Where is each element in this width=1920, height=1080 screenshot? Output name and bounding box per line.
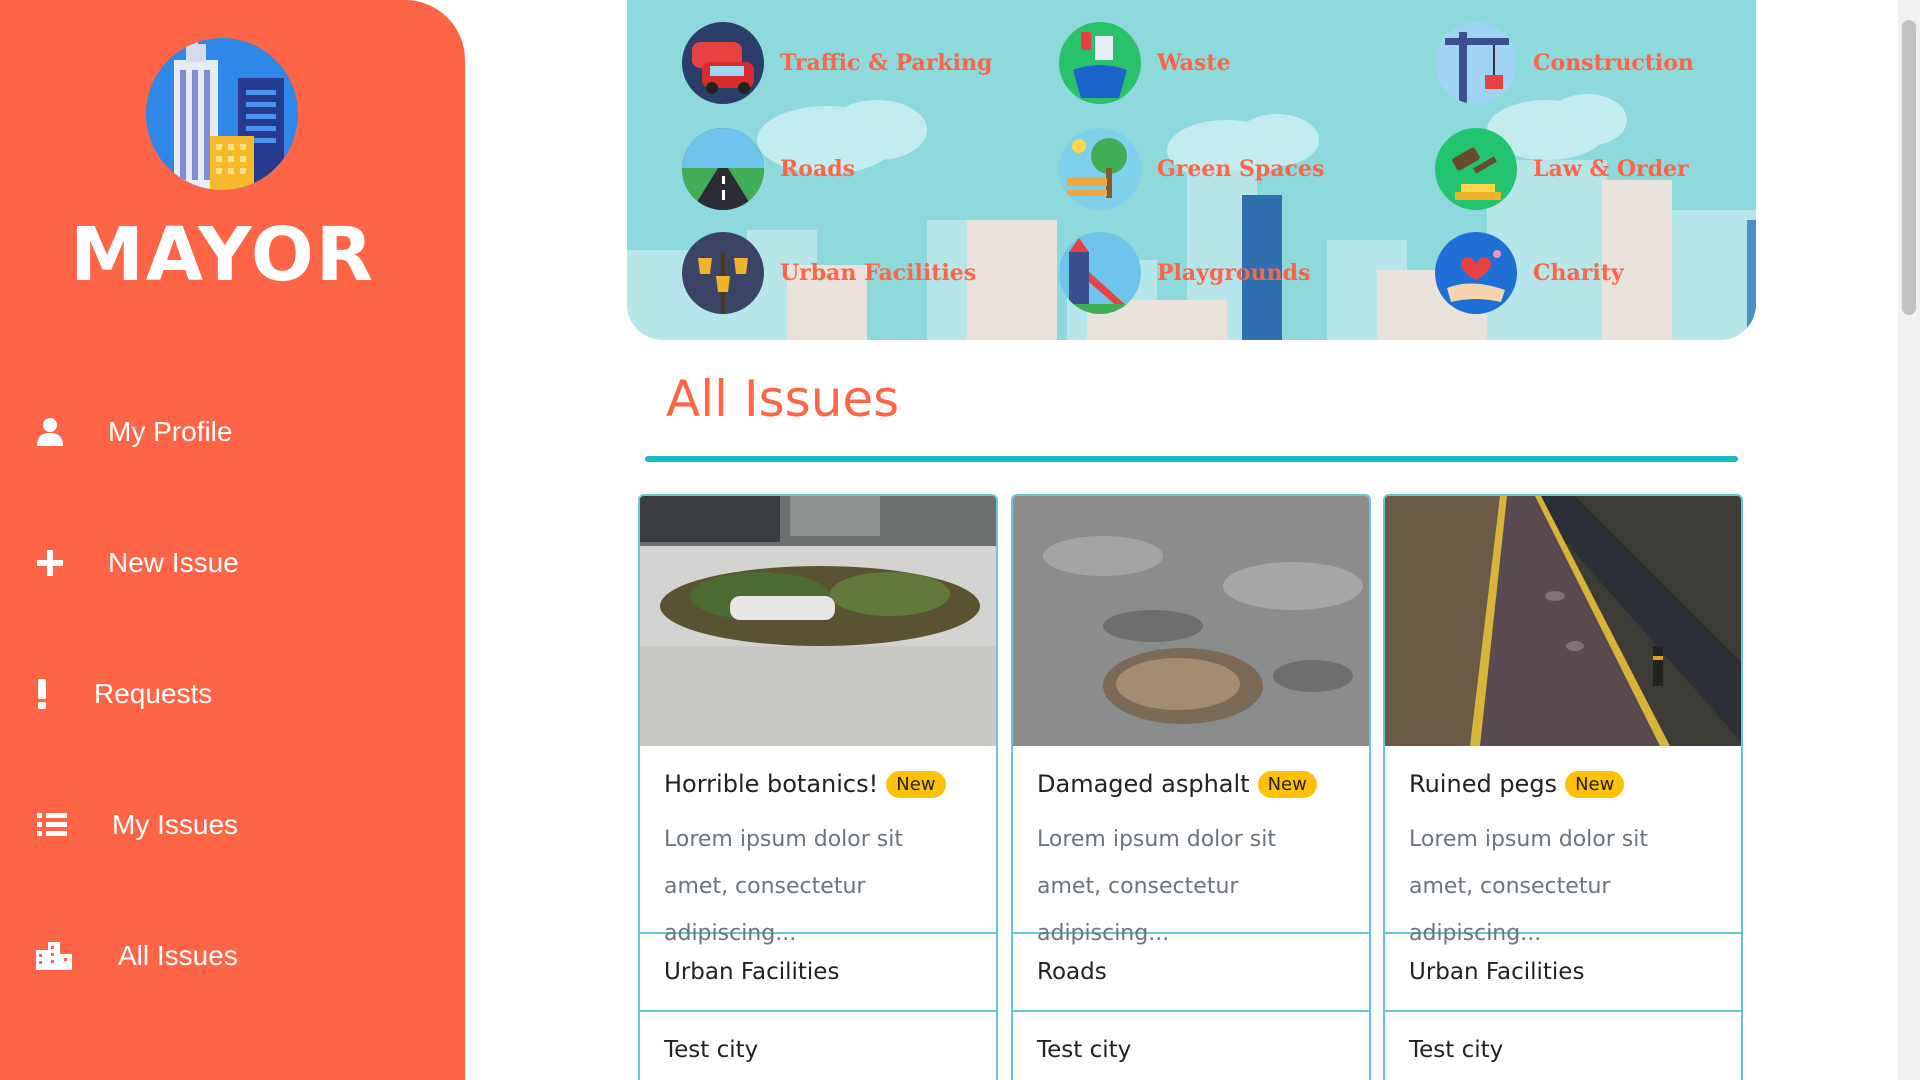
issue-city: Test city [1385, 1012, 1741, 1080]
sidebar: MAYOR My Profile New Issue Requests My I… [0, 0, 465, 1080]
gavel-icon [1435, 128, 1517, 210]
category-charity[interactable]: Charity [1435, 232, 1624, 314]
exclamation-icon [22, 674, 62, 714]
issue-card-2[interactable]: Damaged asphalt New Lorem ipsum dolor si… [1011, 494, 1371, 1080]
category-label: Playgrounds [1157, 260, 1311, 286]
category-playgrounds[interactable]: Playgrounds [1059, 232, 1310, 314]
plus-icon [30, 543, 70, 583]
category-label: Urban Facilities [780, 260, 977, 286]
page-title: All Issues [666, 370, 900, 428]
street-lamp-icon [682, 232, 764, 314]
status-badge: New [1257, 770, 1317, 798]
issue-title: Damaged asphalt [1037, 770, 1250, 798]
sidebar-item-new-issue[interactable]: New Issue [0, 523, 465, 603]
vertical-scrollbar[interactable] [1898, 0, 1920, 1080]
issue-city: Test city [1013, 1012, 1369, 1080]
city-icon [34, 936, 74, 976]
list-icon [32, 805, 72, 845]
slide-icon [1059, 232, 1141, 314]
sidebar-item-label: All Issues [118, 940, 238, 971]
title-divider [645, 456, 1738, 462]
issue-photo [1385, 496, 1741, 746]
category-green-spaces[interactable]: Green Spaces [1059, 128, 1324, 210]
cars-icon [682, 22, 764, 104]
sidebar-item-label: Requests [94, 678, 213, 709]
status-badge: New [1565, 770, 1625, 798]
sidebar-item-label: My Issues [112, 809, 239, 840]
sidebar-item-all-issues[interactable]: All Issues [0, 916, 465, 996]
scrollbar-thumb[interactable] [1902, 20, 1916, 315]
issue-card-body: Ruined pegs New Lorem ipsum dolor sit am… [1385, 746, 1741, 946]
issue-card-1[interactable]: Horrible botanics! New Lorem ipsum dolor… [638, 494, 998, 1080]
issue-card-body: Damaged asphalt New Lorem ipsum dolor si… [1013, 746, 1369, 946]
heart-hands-icon [1435, 232, 1517, 314]
issue-title: Ruined pegs [1409, 770, 1558, 798]
category-banner: Traffic & Parking Waste Construction Roa… [627, 0, 1756, 340]
category-waste[interactable]: Waste [1059, 22, 1231, 104]
category-roads[interactable]: Roads [682, 128, 855, 210]
tree-bench-icon [1059, 128, 1141, 210]
briefcase-icon [32, 1070, 72, 1080]
category-label: Traffic & Parking [780, 50, 993, 76]
issue-card-3[interactable]: Ruined pegs New Lorem ipsum dolor sit am… [1383, 494, 1743, 1080]
sidebar-item-next[interactable] [0, 1050, 465, 1080]
sidebar-item-label: New Issue [108, 547, 239, 578]
category-label: Waste [1157, 50, 1231, 76]
category-law-order[interactable]: Law & Order [1435, 128, 1689, 210]
issue-photo [1013, 496, 1369, 746]
crane-icon [1435, 22, 1517, 104]
category-label: Law & Order [1533, 156, 1689, 182]
category-urban-facilities[interactable]: Urban Facilities [682, 232, 976, 314]
user-icon [30, 412, 70, 452]
city-buildings-icon[interactable] [146, 38, 298, 190]
issue-photo [640, 496, 996, 746]
category-label: Green Spaces [1157, 156, 1325, 182]
sidebar-item-requests[interactable]: Requests [0, 654, 465, 734]
issue-card-body: Horrible botanics! New Lorem ipsum dolor… [640, 746, 996, 946]
category-label: Construction [1533, 50, 1694, 76]
status-badge: New [886, 770, 946, 798]
category-label: Charity [1533, 260, 1624, 286]
category-label: Roads [780, 156, 855, 182]
issue-title: Horrible botanics! [664, 770, 879, 798]
road-icon [682, 128, 764, 210]
brand-name: MAYOR [70, 212, 375, 298]
category-construction[interactable]: Construction [1435, 22, 1694, 104]
sidebar-item-my-profile[interactable]: My Profile [0, 392, 465, 472]
sidebar-item-label: My Profile [108, 416, 233, 447]
trash-bin-icon [1059, 22, 1141, 104]
category-traffic-parking[interactable]: Traffic & Parking [682, 22, 992, 104]
issue-city: Test city [640, 1012, 996, 1080]
sidebar-item-my-issues[interactable]: My Issues [0, 785, 465, 865]
